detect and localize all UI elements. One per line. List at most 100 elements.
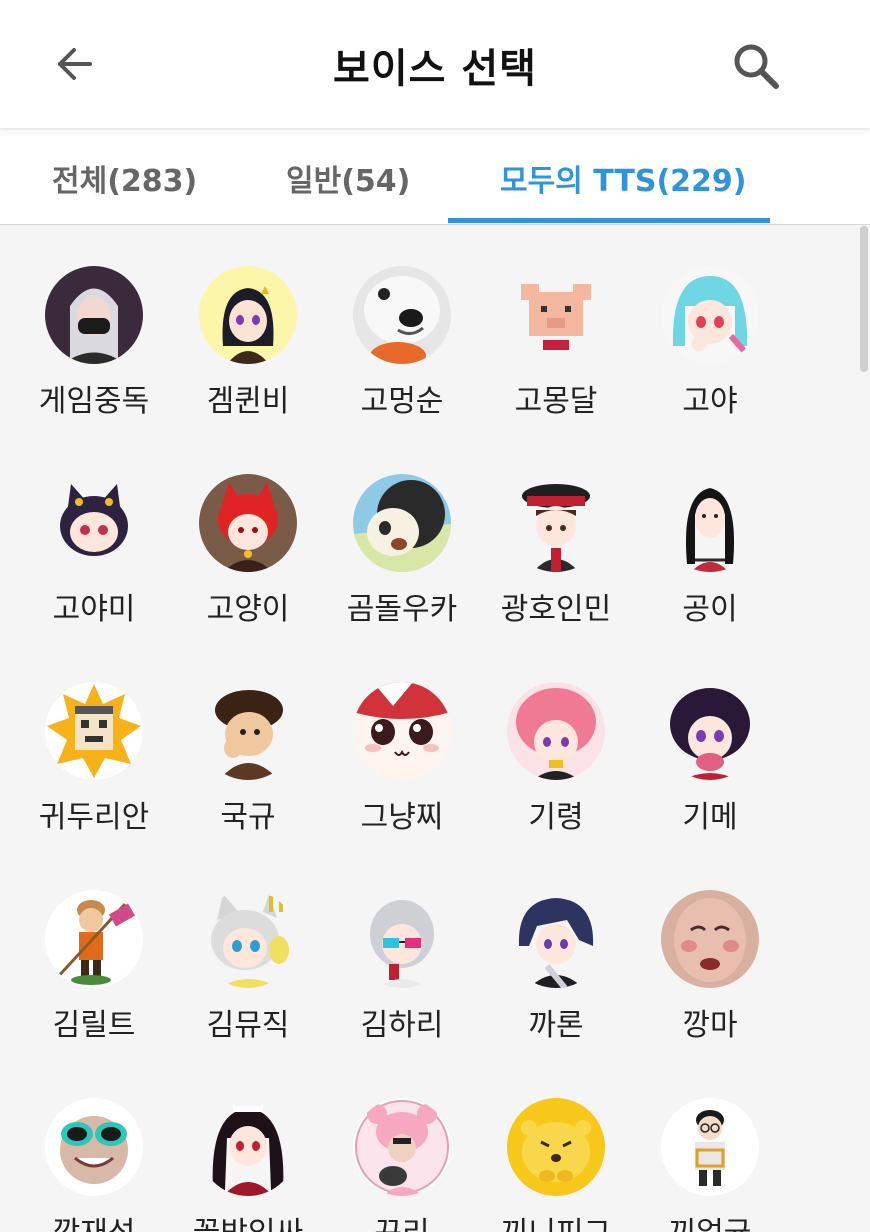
voice-name: 기메 — [682, 800, 738, 835]
search-icon — [734, 44, 779, 89]
avatar[interactable] — [661, 474, 759, 572]
dog-avatar — [353, 266, 451, 364]
tab-all[interactable]: 전체(283) — [52, 156, 197, 200]
voice-item[interactable]: 겜퀸비 — [171, 266, 325, 422]
avatar[interactable] — [45, 1098, 143, 1196]
anime-girl-avatar — [199, 266, 297, 364]
voice-item[interactable]: 고멍순 — [325, 266, 479, 422]
voice-item[interactable]: 고야미 — [17, 474, 171, 630]
voice-name: 국규 — [220, 800, 276, 835]
voice-name: 깡마 — [682, 1008, 738, 1043]
voice-name: 광호인민 — [500, 592, 612, 627]
avatar[interactable] — [507, 474, 605, 572]
avatar[interactable] — [45, 682, 143, 780]
glasses-boy-avatar — [661, 1098, 759, 1196]
voice-name: 게임중독 — [38, 384, 150, 419]
avatar[interactable] — [507, 266, 605, 364]
avatar[interactable] — [353, 1098, 451, 1196]
dark-hair-girl-avatar — [661, 474, 759, 572]
gothic-girl-avatar — [199, 1098, 297, 1196]
avatar[interactable] — [353, 682, 451, 780]
voice-item[interactable]: 고몽달 — [479, 266, 633, 422]
panda-avatar — [353, 474, 451, 572]
voice-item[interactable]: 까론 — [479, 890, 633, 1046]
avatar[interactable] — [353, 266, 451, 364]
avatar[interactable] — [199, 1098, 297, 1196]
avatar[interactable] — [45, 890, 143, 988]
avatar[interactable] — [507, 682, 605, 780]
voice-item[interactable]: 그냥찌 — [325, 682, 479, 838]
pink-hair-boy-avatar — [507, 682, 605, 780]
voice-name: 꼴받잉싸 — [193, 1214, 303, 1232]
voice-item[interactable]: 국규 — [171, 682, 325, 838]
voice-item[interactable]: 고양이 — [171, 474, 325, 630]
voice-item[interactable]: 고야 — [633, 266, 787, 422]
voice-item[interactable]: 귀두리안 — [17, 682, 171, 838]
avatar[interactable] — [353, 474, 451, 572]
avatar[interactable] — [353, 890, 451, 988]
avatar[interactable] — [45, 266, 143, 364]
avatar[interactable] — [199, 890, 297, 988]
sunglasses-face-avatar — [45, 1098, 143, 1196]
voice-name: 끼니피그 — [501, 1214, 611, 1232]
avatar[interactable] — [661, 890, 759, 988]
avatar[interactable] — [199, 474, 297, 572]
blue-hair-boy-avatar — [507, 890, 605, 988]
voice-name: 공이 — [682, 592, 738, 627]
voice-name: 까론 — [528, 1008, 584, 1043]
cat-girl-avatar — [45, 474, 143, 572]
voice-item[interactable]: 끼니피그 — [479, 1098, 633, 1232]
voice-grid: 게임중독 겜퀸비 고멍순 고몽달 고야고야미 고양이 곰돌우카 광호인민 공이귀두리안 국규 그냥찌… — [17, 266, 787, 1232]
officer-boy-avatar — [507, 474, 605, 572]
voice-name: 고양이 — [206, 592, 290, 627]
voice-name: 겜퀸비 — [206, 384, 290, 419]
active-tab-indicator — [448, 218, 770, 223]
tab-everyone-tts[interactable]: 모두의 TTS(229) — [500, 156, 747, 200]
voice-item[interactable]: 김하리 — [325, 890, 479, 1046]
avatar[interactable] — [199, 682, 297, 780]
voice-item[interactable]: 게임중독 — [17, 266, 171, 422]
voice-item[interactable]: 깡마 — [633, 890, 787, 1046]
voice-item[interactable]: 김뮤직 — [171, 890, 325, 1046]
voice-name: 곰돌우카 — [346, 592, 458, 627]
voice-item[interactable]: 곰돌우카 — [325, 474, 479, 630]
voice-name: 고몽달 — [514, 384, 598, 419]
avatar[interactable] — [507, 890, 605, 988]
real-face-avatar — [661, 890, 759, 988]
voice-name: 김릴트 — [52, 1008, 136, 1043]
voice-item[interactable]: 기메 — [633, 682, 787, 838]
voice-name: 귀두리안 — [38, 800, 150, 835]
voice-item[interactable]: 꼴받잉싸 — [171, 1098, 325, 1232]
scrollbar[interactable] — [860, 226, 868, 372]
voice-name: 김하리 — [360, 1008, 444, 1043]
voice-item[interactable]: 깡재성 — [17, 1098, 171, 1232]
red-hair-cat-avatar — [199, 474, 297, 572]
tab-general[interactable]: 일반(54) — [286, 156, 410, 200]
girl-mask-avatar — [45, 266, 143, 364]
voice-name: 깡재성 — [53, 1214, 136, 1232]
cyan-hair-girl-avatar — [661, 266, 759, 364]
voice-item[interactable]: 기령 — [479, 682, 633, 838]
voice-item[interactable]: 공이 — [633, 474, 787, 630]
voice-name: 끼얼균 — [669, 1214, 752, 1232]
avatar[interactable] — [45, 474, 143, 572]
avatar[interactable] — [507, 1098, 605, 1196]
avatar[interactable] — [661, 682, 759, 780]
avatar[interactable] — [661, 1098, 759, 1196]
voice-item[interactable]: 끼얼균 — [633, 1098, 787, 1232]
avatar[interactable] — [661, 266, 759, 364]
tab-bar: 전체(283) 일반(54) 모두의 TTS(229) — [0, 130, 870, 225]
chibi-warrior-avatar — [45, 890, 143, 988]
voice-item[interactable]: 꾸리 — [325, 1098, 479, 1232]
avatar[interactable] — [199, 266, 297, 364]
white-cat-girl-avatar — [199, 890, 297, 988]
voice-name: 고멍순 — [360, 384, 444, 419]
voice-name: 기령 — [528, 800, 584, 835]
cute-face-avatar — [353, 682, 451, 780]
voice-name: 김뮤직 — [206, 1008, 290, 1043]
voice-name: 고야미 — [52, 592, 136, 627]
search-button[interactable] — [724, 34, 788, 98]
voice-item[interactable]: 광호인민 — [479, 474, 633, 630]
voice-list[interactable]: 게임중독 겜퀸비 고멍순 고몽달 고야고야미 고양이 곰돌우카 광호인민 공이귀두리안 국규 그냥찌… — [0, 226, 870, 1232]
voice-item[interactable]: 김릴트 — [17, 890, 171, 1046]
